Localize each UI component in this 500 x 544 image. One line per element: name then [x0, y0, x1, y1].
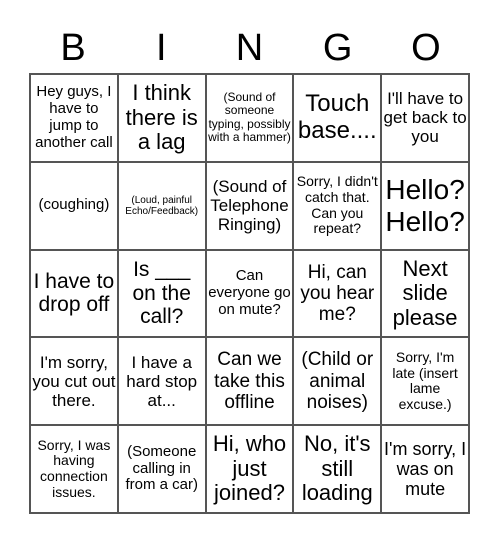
bingo-cell[interactable]: Hello? Hello? [381, 161, 469, 250]
header-letter-n: N [235, 27, 264, 69]
bingo-cell[interactable]: Sorry, I was having connection issues. [30, 425, 118, 513]
bingo-cell[interactable]: No, it's still loading [293, 425, 382, 513]
bingo-cell[interactable]: (Child or animal noises) [293, 337, 382, 426]
bingo-cell[interactable]: I'm sorry, I was on mute [381, 425, 469, 513]
bingo-cell[interactable]: (Someone calling in from a car) [117, 425, 206, 513]
bingo-cell[interactable]: (coughing) [30, 161, 118, 250]
bingo-cell[interactable]: Sorry, I didn't catch that. Can you repe… [293, 161, 382, 250]
bingo-cell[interactable]: Can we take this offline [205, 337, 294, 426]
bingo-cell[interactable]: I have a hard stop at... [117, 337, 206, 426]
bingo-cell[interactable]: (Sound of someone typing, possibly with … [205, 74, 294, 162]
bingo-cell[interactable]: I think there is a lag [117, 74, 206, 162]
bingo-cell[interactable]: Can everyone go on mute? [205, 249, 294, 338]
bingo-cell[interactable]: I have to drop off [30, 249, 118, 338]
bingo-cell[interactable]: Sorry, I'm late (insert lame excuse.) [381, 337, 469, 426]
bingo-cell[interactable]: Is ___ on the call? [117, 249, 206, 338]
header-letter-o: O [411, 27, 441, 69]
bingo-cell[interactable]: I'm sorry, you cut out there. [30, 337, 118, 426]
bingo-cell[interactable]: (Loud, painful Echo/Feedback) [117, 161, 206, 250]
bingo-header: B I N G O [29, 24, 470, 72]
header-letter-b: B [60, 27, 86, 69]
bingo-cell[interactable]: Hi, can you hear me? [293, 249, 382, 338]
bingo-cell[interactable]: (Sound of Telephone Ringing) [205, 161, 294, 250]
header-letter-i: I [156, 27, 167, 69]
bingo-grid: Hey guys, I have to jump to another call… [29, 73, 470, 514]
bingo-cell[interactable]: Touch base.... [293, 74, 382, 162]
bingo-cell[interactable]: Next slide please [381, 249, 469, 338]
bingo-cell[interactable]: Hi, who just joined? [205, 425, 294, 513]
bingo-cell[interactable]: Hey guys, I have to jump to another call [30, 74, 118, 162]
bingo-cell[interactable]: I'll have to get back to you [381, 74, 469, 162]
header-letter-g: G [322, 27, 353, 69]
